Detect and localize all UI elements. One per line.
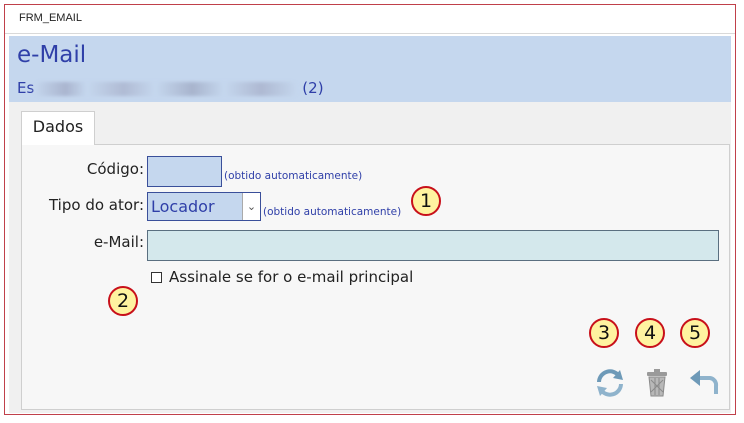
annotation-badge-3: 3: [589, 318, 619, 348]
form-header: e-Mail Es (2): [9, 36, 731, 102]
tipo-ator-label: Tipo do ator:: [48, 196, 144, 214]
refresh-icon: [597, 369, 623, 397]
form-window: FRM_EMAIL e-Mail Es (2) Dados Código: (ob…: [4, 4, 736, 415]
principal-checkbox[interactable]: [151, 272, 162, 283]
window-title: FRM_EMAIL: [19, 12, 82, 24]
annotation-badge-1: 1: [411, 186, 441, 216]
delete-button[interactable]: [640, 366, 674, 400]
chevron-down-icon[interactable]: ⌄: [242, 193, 260, 220]
redacted-text: [34, 81, 299, 96]
window-titlebar: FRM_EMAIL: [5, 5, 735, 34]
form-body: Dados Código: (obtido automaticamente) T…: [9, 102, 731, 413]
tab-panel-dados: Código: (obtido automaticamente) Tipo do…: [21, 144, 730, 410]
tab-dados[interactable]: Dados: [21, 111, 95, 145]
codigo-field[interactable]: [147, 156, 222, 187]
annotation-badge-5: 5: [680, 318, 710, 348]
undo-button[interactable]: [686, 366, 720, 400]
trash-icon: [647, 369, 667, 397]
undo-icon: [690, 370, 719, 394]
form-title: e-Mail: [17, 42, 87, 68]
tipo-ator-hint: (obtido automaticamente): [263, 206, 402, 218]
subtitle-visible-text: Es: [17, 79, 35, 97]
codigo-hint: (obtido automaticamente): [224, 170, 363, 182]
email-field[interactable]: [147, 230, 719, 261]
annotation-badge-2: 2: [108, 286, 138, 316]
codigo-label: Código:: [86, 160, 144, 178]
tipo-ator-value: Locador: [151, 197, 215, 216]
subtitle-count: (2): [302, 79, 324, 97]
form-subtitle: Es (2): [17, 79, 324, 97]
annotation-badge-4: 4: [635, 318, 665, 348]
tipo-ator-select[interactable]: Locador ⌄: [147, 192, 261, 221]
refresh-button[interactable]: [593, 366, 627, 400]
principal-label: Assinale se for o e-mail principal: [169, 268, 414, 286]
email-label: e-Mail:: [93, 233, 144, 251]
